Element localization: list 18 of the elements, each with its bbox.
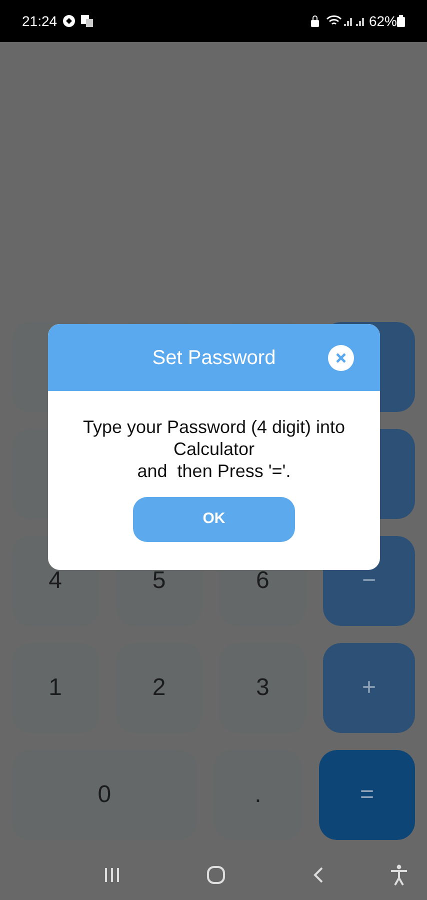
calculator-key[interactable]: =: [319, 750, 415, 840]
calculator-key[interactable]: +: [323, 643, 416, 733]
clock: 21:24: [22, 12, 58, 30]
close-icon[interactable]: [328, 345, 354, 371]
translate-icon: [80, 14, 94, 28]
ok-button[interactable]: OK: [133, 497, 295, 542]
dialog-title: Set Password: [152, 346, 276, 370]
lock-icon: [310, 14, 320, 28]
wifi-icon: [326, 15, 342, 27]
battery-icon: [397, 15, 405, 27]
dialog-message: Type your Password (4 digit) into Calculator and then Press '='.: [82, 416, 346, 482]
home-icon[interactable]: [206, 865, 226, 885]
back-icon[interactable]: [312, 866, 324, 884]
signal-icon: [342, 15, 367, 27]
battery-percent: 62%: [368, 12, 397, 30]
notification-icon: [62, 14, 76, 28]
accessibility-icon[interactable]: [389, 864, 409, 886]
recent-apps-icon[interactable]: [102, 867, 121, 883]
